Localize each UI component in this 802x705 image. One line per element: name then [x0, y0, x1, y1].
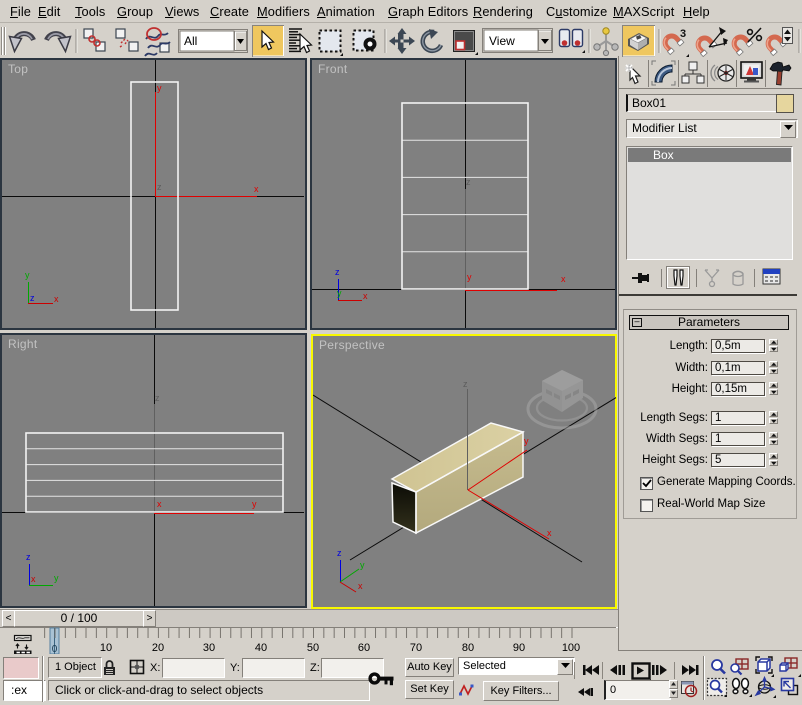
svg-text:x: x	[363, 291, 368, 301]
svg-text:y: y	[157, 83, 162, 93]
svg-text:x: x	[561, 274, 566, 284]
svg-text:All: All	[184, 34, 197, 48]
svg-text:3: 3	[680, 28, 686, 40]
svg-text:70: 70	[410, 642, 422, 654]
svg-text:x: x	[358, 581, 363, 591]
svg-text:x: x	[157, 499, 162, 509]
svg-text:50: 50	[307, 642, 319, 654]
svg-text:z: z	[157, 182, 162, 192]
svg-text:z: z	[337, 548, 342, 558]
svg-text:x: x	[31, 574, 36, 584]
svg-text:10: 10	[100, 642, 112, 654]
svg-text:z: z	[335, 267, 340, 277]
svg-text:x: x	[54, 294, 59, 304]
svg-text:0: 0	[52, 644, 58, 654]
svg-text:90: 90	[513, 642, 525, 654]
svg-text:z: z	[155, 393, 160, 403]
svg-text:y: y	[360, 560, 365, 570]
svg-text:y: y	[25, 270, 30, 280]
svg-text:z: z	[26, 552, 31, 562]
svg-text:z: z	[30, 293, 35, 303]
svg-text:z: z	[463, 379, 468, 389]
svg-text:100: 100	[562, 642, 580, 654]
svg-text:z: z	[466, 177, 471, 187]
svg-text:x: x	[547, 528, 552, 538]
svg-text:y: y	[252, 499, 257, 509]
svg-text:40: 40	[255, 642, 267, 654]
svg-text:y: y	[524, 436, 529, 446]
svg-text:y: y	[337, 288, 342, 298]
svg-text:x: x	[254, 184, 259, 194]
svg-text:y: y	[467, 272, 472, 282]
svg-text:20: 20	[152, 642, 164, 654]
svg-text:y: y	[54, 573, 59, 583]
svg-text:View: View	[489, 34, 515, 48]
svg-text:80: 80	[462, 642, 474, 654]
svg-text:30: 30	[203, 642, 215, 654]
svg-text:60: 60	[358, 642, 370, 654]
